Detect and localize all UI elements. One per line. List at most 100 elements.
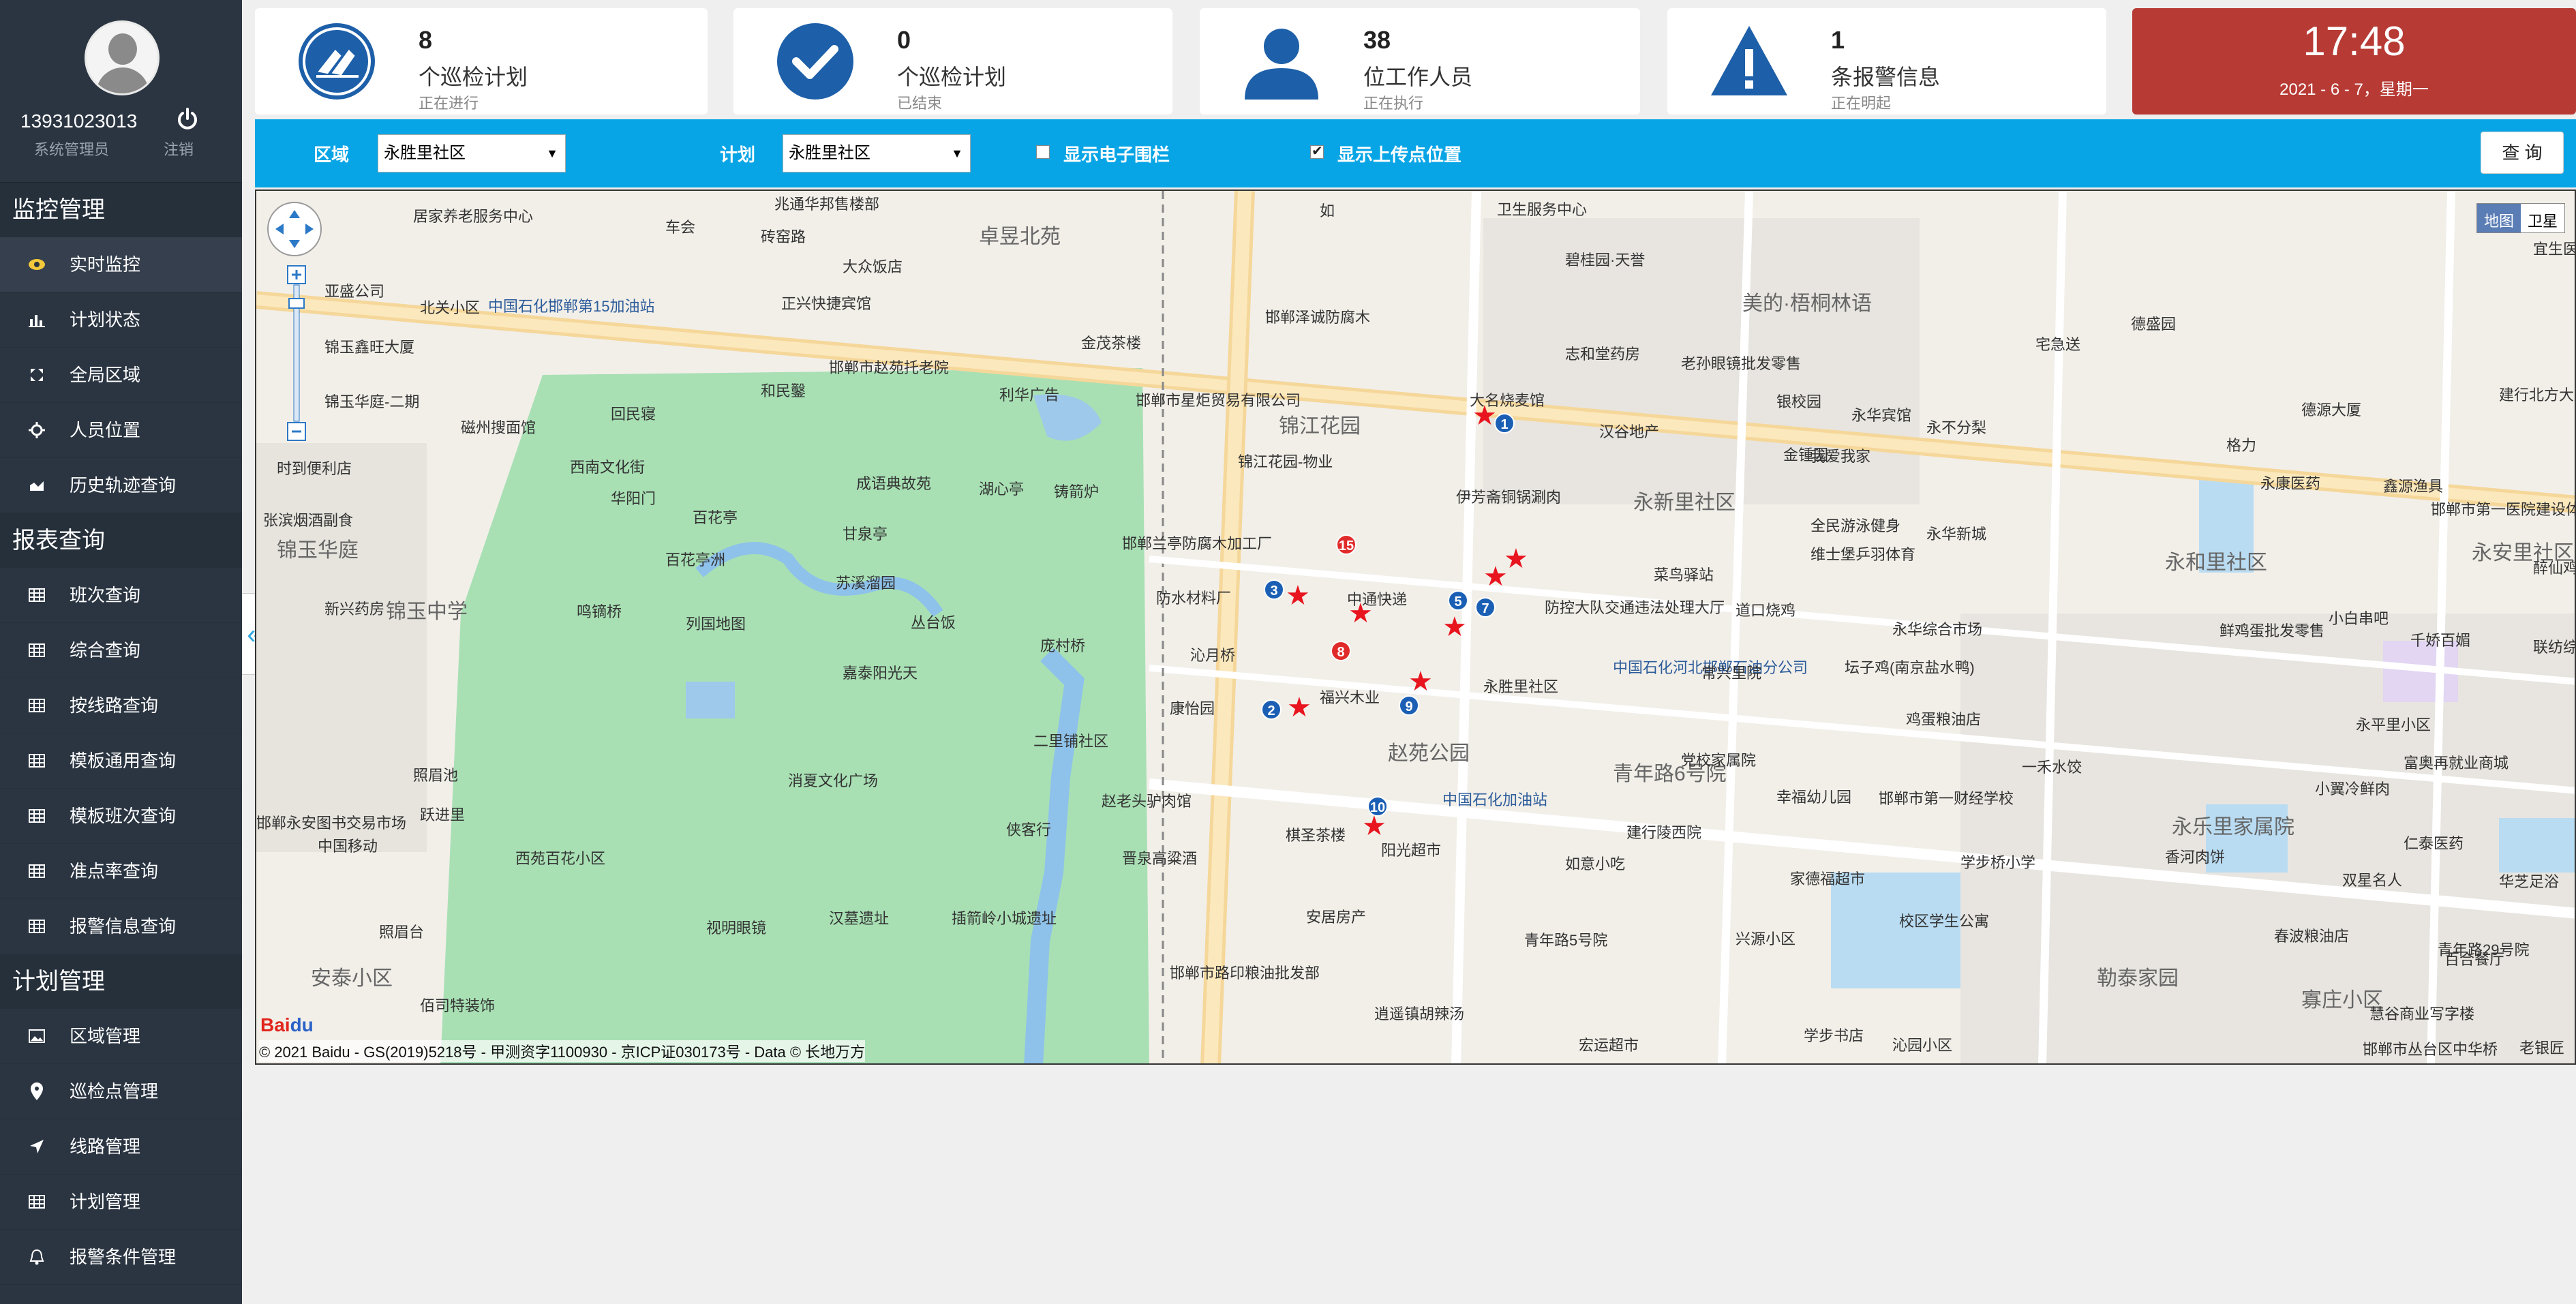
map-poi-label[interactable]: 和民鑿 xyxy=(761,379,806,401)
avatar[interactable] xyxy=(85,20,160,95)
map-poi-label[interactable]: 防水材料厂 xyxy=(1156,586,1231,608)
map-poi-label[interactable]: 志和堂药房 xyxy=(1565,342,1640,364)
map-poi-label[interactable]: 双星名人 xyxy=(2342,868,2402,890)
map-poi-label[interactable]: 插箭岭小城遗址 xyxy=(952,907,1057,928)
map-poi-label[interactable]: 道口烧鸡 xyxy=(1736,598,1795,620)
marker-1[interactable]: 1 xyxy=(1494,413,1515,434)
map-poi-label[interactable]: 永胜里社区 xyxy=(1483,675,1558,697)
map-poi-label[interactable]: 砖窑路 xyxy=(761,225,806,247)
map-poi-label[interactable]: 坛子鸡(南京盐水鸭) xyxy=(1845,656,1975,678)
map-poi-label[interactable]: 棋圣茶楼 xyxy=(1286,823,1346,845)
map-poi-label[interactable]: 富奥再就业商城 xyxy=(2404,751,2509,773)
map-poi-label[interactable]: 车会 xyxy=(665,215,695,237)
map-poi-label[interactable]: 西苑百花小区 xyxy=(515,847,605,868)
map-poi-label[interactable]: 安居房产 xyxy=(1306,905,1366,927)
sidebar-item[interactable]: 按线路查询 xyxy=(0,678,242,733)
map-poi-label[interactable]: 晋泉高粱酒 xyxy=(1122,847,1197,868)
map-poi-label[interactable]: 百花亭洲 xyxy=(665,548,725,570)
star-marker[interactable]: ★ xyxy=(1286,582,1310,609)
map-poi-label[interactable]: 锦江花园 xyxy=(1279,409,1361,439)
map-poi-label[interactable]: 回民寝 xyxy=(611,402,656,424)
map-poi-label[interactable]: 侠客行 xyxy=(1006,818,1051,840)
map-poi-label[interactable]: 邯郸永安图书交易市场 xyxy=(256,811,406,833)
upload-position-checkbox[interactable] xyxy=(1310,142,1324,160)
map-poi-label[interactable]: 菜鸟驿站 xyxy=(1654,563,1714,585)
sidebar-item[interactable]: 综合查询 xyxy=(0,623,242,678)
map-poi-label[interactable]: 银校园 xyxy=(1776,390,1821,412)
sidebar-item[interactable]: 巡检点管理 xyxy=(0,1064,242,1119)
map-poi-label[interactable]: 邯郸市第一财经学校 xyxy=(1879,787,2014,808)
map-poi-label[interactable]: 党校家属院 xyxy=(1681,748,1756,770)
map-poi-label[interactable]: 赵老头驴肉馆 xyxy=(1102,789,1192,811)
map-poi-label[interactable]: 鑫源渔具 xyxy=(2383,474,2443,496)
map-poi-label[interactable]: 永华综合市场 xyxy=(1892,618,1982,639)
sidebar-item[interactable]: 计划状态 xyxy=(0,292,242,348)
map-poi-label[interactable]: 邯郸市赵苑托老院 xyxy=(829,356,949,378)
map-poi-label[interactable]: 永新里社区 xyxy=(1633,485,1736,515)
map-poi-label[interactable]: 苏溪溜园 xyxy=(836,571,896,593)
map-poi-label[interactable]: 锦玉华庭-二期 xyxy=(324,390,419,412)
map-poi-label[interactable]: 永乐里家属院 xyxy=(2172,810,2294,840)
star-marker[interactable]: ★ xyxy=(1287,694,1312,721)
sidebar-item[interactable]: 计划管理 xyxy=(0,1174,242,1230)
star-marker[interactable]: ★ xyxy=(1348,600,1373,627)
map-poi-label[interactable]: 千娇百媚 xyxy=(2410,628,2470,650)
map-poi-label[interactable]: 如 xyxy=(1320,199,1335,221)
map-poi-label[interactable]: 消夏文化广场 xyxy=(788,769,878,791)
map-poi-label[interactable]: 邯郸泽诚防腐木 xyxy=(1265,305,1370,327)
map-poi-label[interactable]: 德盛园 xyxy=(2131,312,2176,334)
map-poi-label[interactable]: 永华新城 xyxy=(1926,522,1986,544)
marker-7[interactable]: 7 xyxy=(1475,597,1496,618)
marker-15[interactable]: 15 xyxy=(1336,534,1357,555)
star-marker[interactable]: ★ xyxy=(1362,813,1387,840)
map-poi-label[interactable]: 卓昱北苑 xyxy=(979,219,1061,249)
map-poi-label[interactable]: 西南文化街 xyxy=(570,455,645,477)
map-poi-label[interactable]: 邯郸市星炬贸易有限公司 xyxy=(1136,389,1301,410)
star-marker[interactable]: ★ xyxy=(1472,402,1497,429)
map-view[interactable]: 居家养老服务中心 车会 兆通华邦售楼部 如 卫生服务中心 亚盛公司 北关小区 中国石化邯郸第1… xyxy=(255,189,2576,1065)
map-poi-label[interactable]: 丛台饭 xyxy=(911,611,956,633)
power-icon[interactable] xyxy=(176,108,199,131)
sidebar-item[interactable]: 实时监控 xyxy=(0,237,242,292)
map-poi-label[interactable]: 二里铺社区 xyxy=(1033,729,1108,751)
map-poi-label[interactable]: 碧桂园·天誉 xyxy=(1565,248,1645,270)
map-poi-label[interactable]: 永和里社区 xyxy=(2165,545,2267,575)
marker-3[interactable]: 3 xyxy=(1264,579,1284,600)
sidebar-item[interactable]: 报警信息查询 xyxy=(0,899,242,954)
map-poi-label[interactable]: 居家养老服务中心 xyxy=(413,204,533,226)
map-poi-label[interactable]: 兴源小区 xyxy=(1736,927,1795,949)
map-poi-label[interactable]: 铸箭炉 xyxy=(1054,480,1099,502)
map-poi-label[interactable]: 邯郸市路印粮油批发部 xyxy=(1170,961,1320,983)
map-poi-label[interactable]: 建行北方大厦家属院 xyxy=(2499,383,2575,405)
map-poi-label[interactable]: 小翼冷鲜肉 xyxy=(2315,777,2390,799)
map-poi-label[interactable]: 防控大队交通违法处理大厅 xyxy=(1545,596,1725,618)
map-poi-label[interactable]: 华芝足浴 xyxy=(2499,870,2559,892)
map-poi-label[interactable]: 鸣镝桥 xyxy=(577,600,622,622)
map-poi-label[interactable]: 沁园小区 xyxy=(1892,1033,1952,1055)
map-poi-label[interactable]: 小白串吧 xyxy=(2329,607,2389,628)
map-poi-label[interactable]: 维士堡乒羽体育 xyxy=(1810,543,1915,564)
area-select[interactable]: 永胜里社区 ▼ xyxy=(378,134,566,172)
marker-2[interactable]: 2 xyxy=(1261,699,1282,720)
map-poi-label[interactable]: 德源大厦 xyxy=(2301,398,2361,420)
map-poi-label[interactable]: 常兴里院 xyxy=(1701,661,1761,683)
map-poi-label[interactable]: 锦玉中学 xyxy=(386,594,468,624)
map-poi-label[interactable]: 列国地图 xyxy=(686,612,746,634)
map-poi-label[interactable]: 张滨烟酒副食 xyxy=(263,509,353,530)
sidebar-item[interactable]: 班次查询 xyxy=(0,568,242,623)
map-poi-label[interactable]: 沁月桥 xyxy=(1190,643,1235,665)
map-poi-label[interactable]: 北关小区 xyxy=(420,296,480,318)
map-poi-label[interactable]: 百花亭 xyxy=(693,506,738,528)
map-poi-label[interactable]: 卫生服务中心 xyxy=(1497,198,1587,219)
map-poi-label[interactable]: 时到便利店 xyxy=(277,457,352,479)
map-poi-label[interactable]: 鲜鸡蛋批发零售 xyxy=(2219,619,2324,641)
map-poi-label[interactable]: 中国石化邯郸第15加油站 xyxy=(488,294,654,316)
map-poi-label[interactable]: 格力 xyxy=(2226,434,2256,455)
fence-checkbox[interactable] xyxy=(1036,145,1050,159)
map-poi-label[interactable]: 嘉泰阳光天 xyxy=(843,661,918,683)
sidebar-item[interactable]: 模板班次查询 xyxy=(0,789,242,844)
map-poi-label[interactable]: 佰司特装饰 xyxy=(420,994,495,1016)
map-poi-label[interactable]: 学步书店 xyxy=(1804,1024,1864,1046)
map-type-switch[interactable]: 地图 卫星 xyxy=(2476,203,2565,233)
map-poi-label[interactable]: 春波粮油店 xyxy=(2274,924,2349,946)
